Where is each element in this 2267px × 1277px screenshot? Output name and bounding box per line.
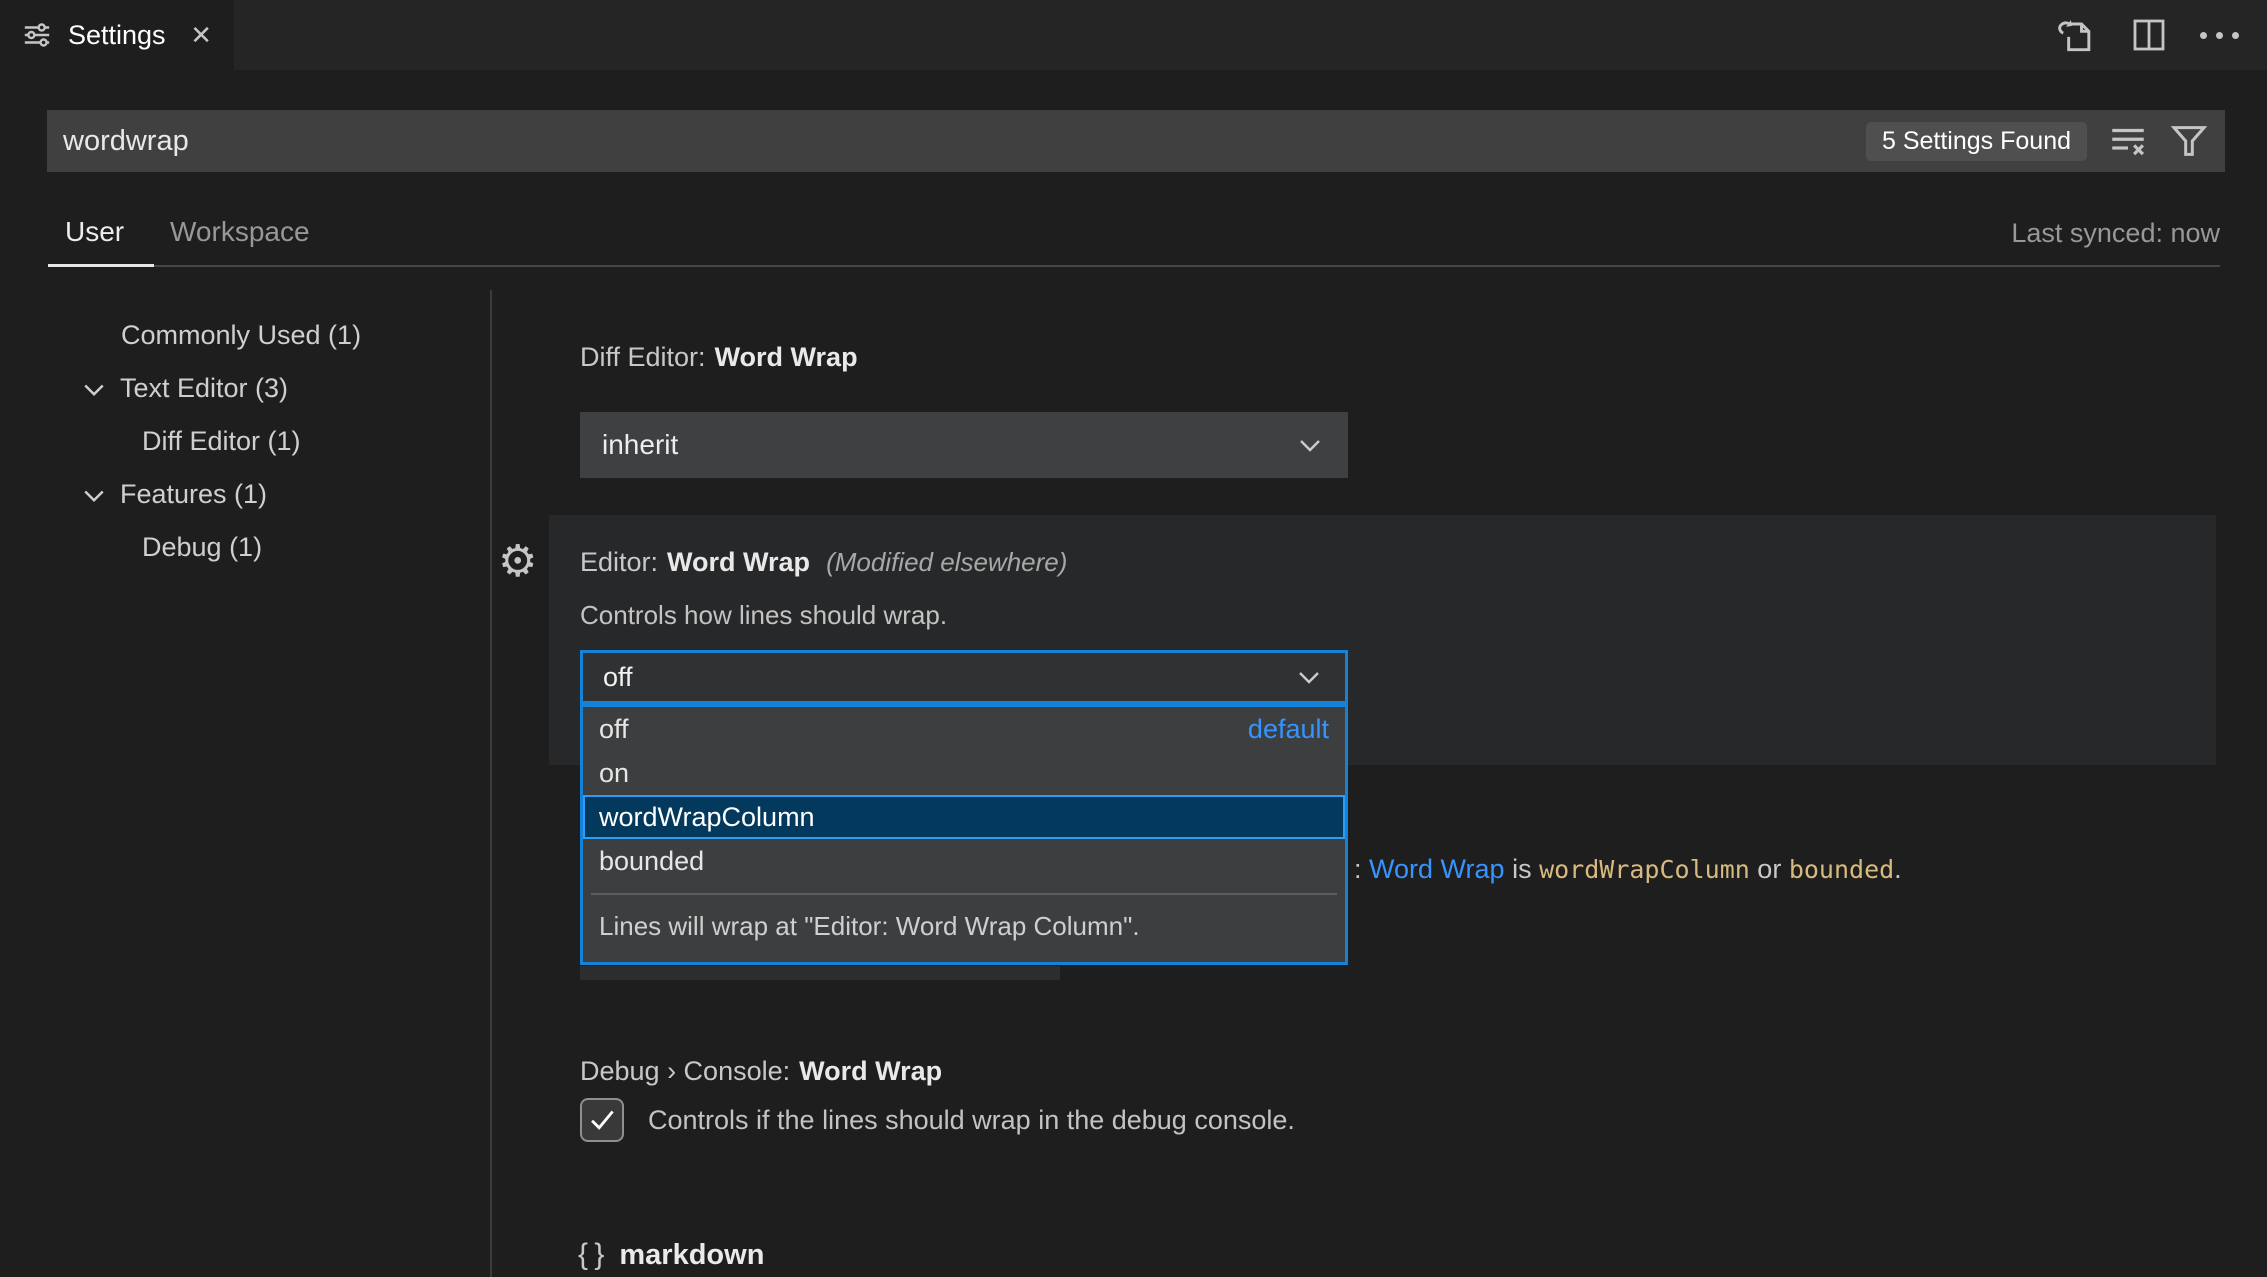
- option-on[interactable]: on: [583, 751, 1345, 795]
- filter-icon[interactable]: [2169, 121, 2209, 161]
- text: :: [1354, 854, 1370, 884]
- divider: [490, 290, 492, 1277]
- setting-category: Debug › Console:: [580, 1056, 791, 1086]
- option-off[interactable]: off default: [583, 707, 1345, 751]
- tab-user[interactable]: User: [65, 216, 124, 248]
- close-icon[interactable]: ✕: [190, 22, 212, 48]
- setting-description: Controls if the lines should wrap in the…: [648, 1104, 1295, 1135]
- toc-item-label: Text Editor (3): [120, 373, 289, 403]
- more-actions-icon[interactable]: [2200, 31, 2239, 39]
- settings-editor: Settings ✕ wordwrap 5 Settings Found Use…: [0, 0, 2267, 1277]
- debug-console-word-wrap-row: Controls if the lines should wrap in the…: [580, 1098, 1295, 1142]
- setting-category: Diff Editor:: [580, 342, 706, 372]
- toc-item-text-editor[interactable]: Text Editor (3): [80, 373, 288, 404]
- setting-label: Word Wrap: [714, 342, 858, 372]
- setting-title-debug-console-word-wrap: Debug › Console: Word Wrap: [580, 1056, 942, 1087]
- obscured-setting-description: : Word Wrap is wordWrapColumn or bounded…: [1354, 854, 1902, 885]
- option-bounded[interactable]: bounded: [583, 839, 1345, 883]
- settings-tab[interactable]: Settings ✕: [0, 0, 234, 70]
- toc-item-label: Commonly Used (1): [121, 320, 362, 350]
- checkbox-checked[interactable]: [580, 1098, 624, 1142]
- code-span: bounded: [1788, 855, 1895, 884]
- modified-elsewhere-note: (Modified elsewhere): [826, 547, 1068, 577]
- search-query: wordwrap: [63, 124, 189, 157]
- text: .: [1894, 854, 1902, 884]
- option-label: on: [599, 757, 630, 788]
- toc-item-label: Debug (1): [142, 532, 263, 562]
- editor-actions: [2054, 0, 2239, 70]
- editor-word-wrap-select[interactable]: off: [580, 650, 1348, 704]
- markdown-section-header: { } markdown: [578, 1238, 764, 1272]
- split-editor-icon[interactable]: [2128, 14, 2170, 56]
- option-description: Lines will wrap at "Editor: Word Wrap Co…: [599, 911, 1140, 941]
- toc-item-commonly-used[interactable]: Commonly Used (1): [121, 320, 361, 351]
- section-label: markdown: [619, 1238, 765, 1271]
- setting-description: Controls how lines should wrap.: [580, 600, 948, 630]
- text: or: [1749, 854, 1789, 884]
- select-value: off: [603, 661, 633, 692]
- toc-item-label: Features (1): [120, 479, 268, 509]
- divider: [48, 265, 2220, 267]
- settings-search-input[interactable]: wordwrap 5 Settings Found: [47, 110, 2225, 172]
- option-label: off: [599, 713, 629, 744]
- braces-icon: { }: [578, 1238, 604, 1271]
- option-default-tag: default: [1247, 713, 1329, 744]
- setting-label: Word Wrap: [667, 547, 811, 577]
- hidden-setting-edge: [580, 966, 1060, 980]
- results-count-badge: 5 Settings Found: [1865, 121, 2087, 161]
- setting-title-editor-word-wrap: Editor: Word Wrap (Modified elsewhere): [580, 547, 1067, 578]
- option-label: bounded: [599, 845, 705, 876]
- text: is: [1504, 854, 1540, 884]
- active-tab-underline: [48, 264, 154, 267]
- tab-title: Settings: [68, 19, 166, 50]
- toc-item-label: Diff Editor (1): [142, 426, 301, 456]
- option-label: wordWrapColumn: [599, 801, 815, 832]
- chevron-down-icon: [1293, 661, 1325, 693]
- select-value: inherit: [602, 429, 679, 460]
- open-settings-json-icon[interactable]: [2054, 13, 2098, 57]
- chevron-down-icon: [1294, 429, 1326, 461]
- toc-item-features[interactable]: Features (1): [80, 479, 267, 510]
- clear-settings-search-icon[interactable]: [2107, 120, 2149, 162]
- chevron-down-icon: [80, 375, 108, 403]
- code-span: wordWrapColumn: [1539, 855, 1750, 884]
- setting-label: Word Wrap: [799, 1056, 943, 1086]
- setting-category: Editor:: [580, 547, 659, 577]
- toc-item-diff-editor[interactable]: Diff Editor (1): [142, 426, 301, 457]
- last-synced-status: Last synced: now: [2011, 218, 2220, 248]
- word-wrap-link[interactable]: Word Wrap: [1369, 854, 1505, 884]
- settings-sliders-icon: [22, 20, 52, 50]
- setting-title-diff-editor-word-wrap: Diff Editor: Word Wrap: [580, 342, 858, 373]
- option-wordwrapcolumn[interactable]: wordWrapColumn: [583, 795, 1345, 839]
- gear-icon[interactable]: ⚙: [498, 540, 537, 584]
- chevron-down-icon: [80, 481, 108, 509]
- tab-workspace[interactable]: Workspace: [170, 216, 310, 248]
- diff-editor-word-wrap-select[interactable]: inherit: [580, 412, 1348, 478]
- word-wrap-dropdown-list: off default on wordWrapColumn bounded Li…: [580, 704, 1348, 965]
- toc-item-debug[interactable]: Debug (1): [142, 532, 262, 563]
- tab-bar: Settings ✕: [0, 0, 2267, 70]
